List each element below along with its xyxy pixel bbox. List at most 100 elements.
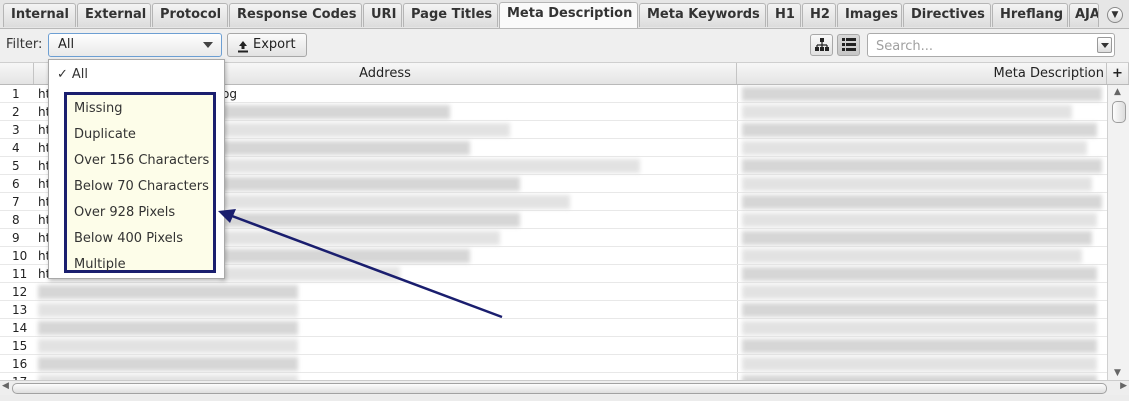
redacted-meta-description (742, 267, 1097, 281)
tree-view-button[interactable] (810, 34, 833, 56)
filter-option-label: All (71, 67, 89, 82)
filter-option-duplicate[interactable]: Duplicate (67, 122, 213, 148)
row-number: 14 (12, 321, 28, 335)
redacted-address (220, 267, 400, 281)
row-number: 1 (12, 87, 20, 101)
redacted-address (220, 213, 520, 227)
tab-directives[interactable]: Directives (903, 3, 991, 27)
tab-page-titles[interactable]: Page Titles (403, 3, 498, 27)
redacted-meta-description (742, 321, 1097, 335)
redacted-address (220, 195, 570, 209)
scroll-down-icon[interactable]: ▼ (1114, 368, 1121, 378)
highlighted-options-box: Missing Duplicate Over 156 Characters Be… (64, 92, 216, 273)
checkmark-icon: ✓ (57, 67, 68, 82)
redacted-address (220, 105, 450, 119)
row-number: 13 (12, 303, 28, 317)
row-number: 12 (12, 285, 28, 299)
filter-option-multiple[interactable]: Multiple (67, 252, 213, 278)
tree-view-icon (814, 38, 829, 55)
redacted-meta-description (742, 303, 1097, 317)
search-input[interactable] (874, 36, 1088, 56)
row-number: 11 (12, 267, 28, 281)
redacted-meta-description (742, 195, 1102, 209)
scroll-right-icon[interactable]: ▶ (1120, 381, 1127, 391)
redacted-address (38, 303, 298, 317)
redacted-meta-description (742, 285, 1097, 299)
table-row[interactable]: 12 (0, 283, 1107, 301)
filter-option-missing[interactable]: Missing (67, 96, 213, 122)
filter-option-over-928-pixels[interactable]: Over 928 Pixels (67, 200, 213, 226)
tab-ajax[interactable]: AJA (1069, 3, 1099, 27)
chevron-down-icon (203, 42, 213, 48)
vertical-scroll-thumb[interactable] (1112, 101, 1126, 123)
filter-option-all[interactable]: ✓ All (49, 62, 224, 88)
filter-option-over-156-characters[interactable]: Over 156 Characters (67, 148, 213, 174)
redacted-meta-description (742, 105, 1072, 119)
tab-hreflang[interactable]: Hreflang (992, 3, 1068, 27)
redacted-meta-description (742, 249, 1082, 263)
tab-meta-keywords[interactable]: Meta Keywords (639, 3, 766, 27)
meta-description-column-header[interactable]: Meta Description (737, 63, 1107, 84)
export-label: Export (253, 37, 296, 52)
tab-external[interactable]: External (77, 3, 151, 27)
tab-response-codes[interactable]: Response Codes (229, 3, 362, 27)
tab-internal[interactable]: Internal (3, 3, 76, 27)
search-box (867, 33, 1115, 57)
redacted-meta-description (742, 339, 1097, 353)
row-number: 16 (12, 357, 28, 371)
tab-bar: Internal External Protocol Response Code… (0, 0, 1129, 29)
list-view-button[interactable] (837, 34, 860, 56)
tab-meta-description[interactable]: Meta Description (499, 2, 638, 28)
column-add-icon[interactable]: + (1107, 63, 1129, 84)
redacted-meta-description (742, 213, 1097, 227)
search-dropdown-icon[interactable] (1097, 37, 1112, 53)
filter-dropdown[interactable]: All (48, 33, 222, 57)
redacted-meta-description (742, 177, 1092, 191)
redacted-address (220, 249, 470, 263)
table-row[interactable]: 13 (0, 301, 1107, 319)
table-row[interactable]: 15 (0, 337, 1107, 355)
tab-uri[interactable]: URI (363, 3, 402, 27)
redacted-meta-description (742, 141, 1087, 155)
table-row[interactable]: 14 (0, 319, 1107, 337)
filter-option-below-70-characters[interactable]: Below 70 Characters (67, 174, 213, 200)
redacted-address (38, 285, 298, 299)
toolbar: Filter: All Export (0, 29, 1129, 63)
scroll-left-icon[interactable]: ◀ (2, 381, 9, 391)
redacted-meta-description (742, 87, 1102, 101)
filter-popup: ✓ All Missing Duplicate Over 156 Characte… (48, 59, 225, 279)
row-number: 3 (12, 123, 20, 137)
table-row[interactable]: 16 (0, 355, 1107, 373)
vertical-scrollbar[interactable]: ▲ ▼ (1107, 85, 1129, 380)
filter-option-below-400-pixels[interactable]: Below 400 Pixels (67, 226, 213, 252)
row-number: 4 (12, 141, 20, 155)
redacted-address (220, 159, 640, 173)
status-bar (0, 395, 1129, 401)
tab-h2[interactable]: H2 (802, 3, 836, 27)
scroll-up-icon[interactable]: ▲ (1114, 87, 1121, 97)
redacted-meta-description (742, 357, 1097, 371)
horizontal-scrollbar[interactable]: ◀ ▶ (0, 380, 1129, 395)
export-button[interactable]: Export (227, 33, 307, 57)
tab-h1[interactable]: H1 (767, 3, 801, 27)
row-number: 17 (0, 373, 34, 380)
tab-protocol[interactable]: Protocol (152, 3, 228, 27)
redacted-address (220, 141, 470, 155)
row-number-header (0, 63, 34, 84)
tab-overflow-icon[interactable]: ▼ (1107, 7, 1123, 23)
row-number: 6 (12, 177, 20, 191)
row-number: 8 (12, 213, 20, 227)
redacted-address (220, 123, 510, 137)
redacted-meta-description (742, 159, 1102, 173)
redacted-address (38, 357, 298, 371)
table-row[interactable]: 17 (0, 373, 1107, 380)
list-view-icon (841, 38, 856, 54)
row-number: 15 (12, 339, 28, 353)
export-icon (237, 38, 249, 60)
redacted-address (38, 321, 298, 335)
row-number: 5 (12, 159, 20, 173)
redacted-address (220, 231, 500, 245)
horizontal-scroll-thumb[interactable] (12, 383, 1107, 394)
tab-images[interactable]: Images (837, 3, 902, 27)
row-number: 9 (12, 231, 20, 245)
